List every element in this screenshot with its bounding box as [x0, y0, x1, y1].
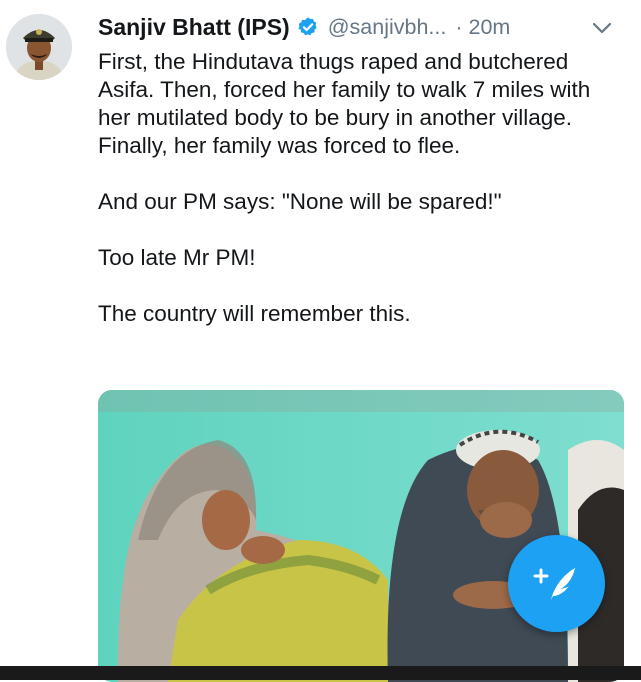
- compose-tweet-button[interactable]: [508, 535, 605, 632]
- tweet-text-paragraph: And our PM says: "None will be spared!": [98, 189, 502, 214]
- chevron-down-icon[interactable]: [591, 17, 613, 39]
- tweet-text-paragraph: The country will remember this.: [98, 301, 411, 326]
- tweet-header: Sanjiv Bhatt (IPS) @sanjivbh... · 20m: [98, 9, 631, 45]
- avatar-portrait: [6, 14, 72, 80]
- separator-dot: ·: [455, 14, 463, 39]
- compose-tweet-icon: [533, 567, 575, 600]
- author-handle[interactable]: @sanjivbh...: [328, 15, 447, 40]
- system-navigation-bar: [0, 666, 641, 680]
- tweet-timestamp[interactable]: 20m: [469, 15, 511, 40]
- author-avatar[interactable]: [6, 14, 72, 80]
- tweet-text-paragraph: Too late Mr PM!: [98, 245, 256, 270]
- verified-badge-icon: [297, 16, 319, 38]
- tweet-body: First, the Hindutava thugs raped and but…: [98, 48, 628, 328]
- tweet-text-paragraph: First, the Hindutava thugs raped and but…: [98, 49, 591, 158]
- author-name[interactable]: Sanjiv Bhatt (IPS): [98, 14, 290, 41]
